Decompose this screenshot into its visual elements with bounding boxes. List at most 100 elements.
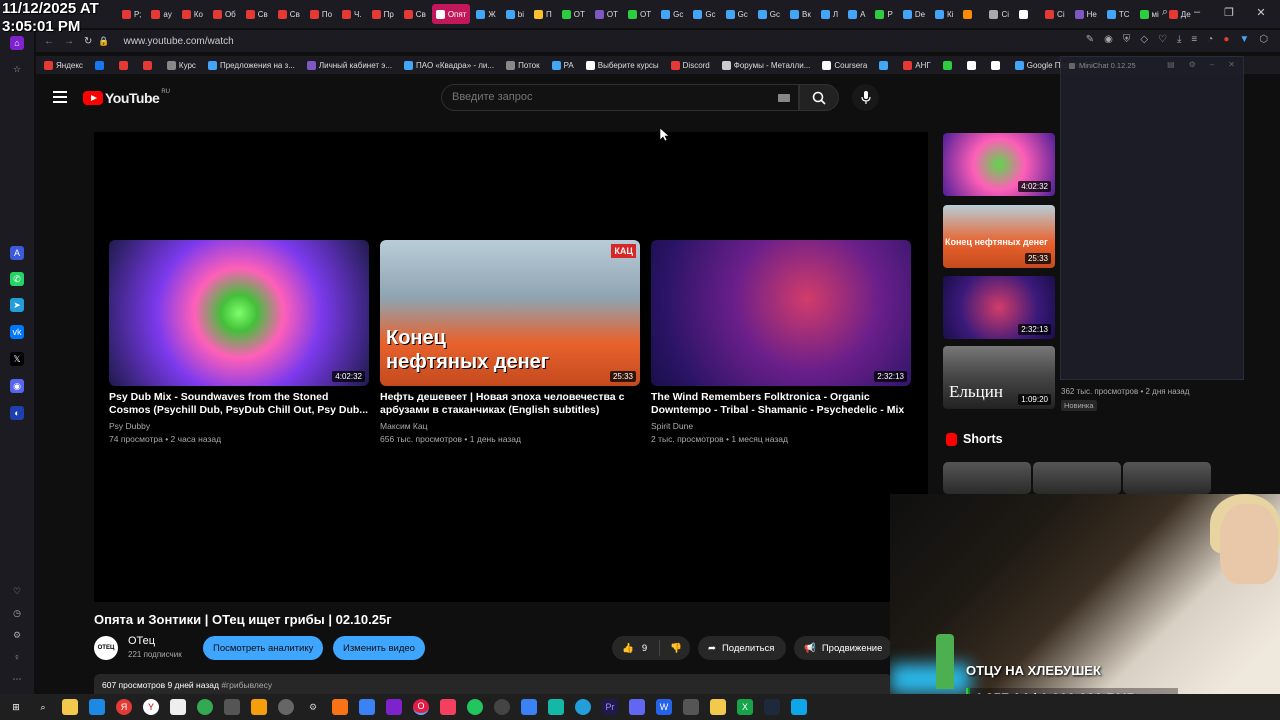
short-thumbnail[interactable] [943, 462, 1031, 494]
sidebar-video-thumbnail[interactable]: 4:02:32 [943, 133, 1055, 196]
menu-icon[interactable]: ⬡ [1259, 34, 1268, 45]
minichat-settings-icon[interactable]: ⚙ [1189, 60, 1196, 69]
brave-icon[interactable] [440, 699, 456, 715]
endscreen-channel[interactable]: Максим Кац [380, 421, 640, 431]
browser-tab[interactable]: Gc [657, 4, 687, 24]
app-icon[interactable] [251, 699, 267, 715]
app-icon[interactable] [89, 699, 105, 715]
browser-tab[interactable]: А [844, 4, 869, 24]
vk-icon[interactable]: vk [10, 325, 24, 339]
browser-tab[interactable]: Gc [722, 4, 752, 24]
start-icon[interactable]: ⊞ [8, 699, 24, 715]
edit-icon[interactable]: ✎ [1086, 34, 1094, 45]
app-icon[interactable] [521, 699, 537, 715]
edge-icon[interactable] [791, 699, 807, 715]
promote-button[interactable]: 📢 Продвижение [794, 636, 892, 660]
search-button[interactable] [799, 84, 839, 111]
bookmark-item[interactable]: Личный кабинет э... [306, 60, 392, 70]
minichat-close-button[interactable]: ✕ [1228, 60, 1235, 69]
search-icon[interactable]: ⌕ [35, 699, 51, 715]
dislike-icon[interactable]: 👎 [670, 643, 682, 654]
app-icon[interactable] [332, 699, 348, 715]
app-icon[interactable] [386, 699, 402, 715]
browser-tab[interactable]: ay [147, 4, 175, 24]
x-icon[interactable]: 𝕏 [10, 352, 24, 366]
browser-tab[interactable]: Ж [472, 4, 499, 24]
bookmark-item[interactable]: АНГ [903, 60, 931, 70]
browser-tab[interactable]: Сі [1041, 4, 1069, 24]
search-tabs-icon[interactable]: ⌕ [1158, 6, 1172, 19]
discord-icon[interactable]: ◉ [10, 379, 24, 393]
keyboard-icon[interactable] [778, 94, 790, 102]
browser-tab[interactable]: Пр [368, 4, 398, 24]
opera-icon[interactable]: O [413, 699, 429, 715]
yandex-icon[interactable]: Я [116, 699, 132, 715]
browser-tab[interactable]: Вк [786, 4, 815, 24]
short-thumbnail[interactable] [1033, 462, 1121, 494]
bookmark-item[interactable] [94, 60, 107, 70]
bookmark-item[interactable]: Coursera [822, 60, 867, 70]
word-icon[interactable]: W [656, 699, 672, 715]
app-icon[interactable] [170, 699, 186, 715]
description-hashtag[interactable]: #грибывлесу [221, 680, 272, 690]
sidebar-video-thumbnail[interactable]: Конец нефтяных денег 25:33 [943, 205, 1055, 268]
browser-tab[interactable]: Р; [118, 4, 145, 24]
bookmark-item[interactable]: РА [551, 60, 574, 70]
browser-tab[interactable]: ОТ [558, 4, 589, 24]
star-icon[interactable]: ☆ [10, 62, 24, 76]
endscreen-card-2[interactable]: КАЦ Конец нефтяных денег 25:33 Нефть деш… [380, 240, 640, 444]
settings-icon[interactable]: ⚙ [305, 699, 321, 715]
browser-tab[interactable]: Л [817, 4, 842, 24]
edit-video-button[interactable]: Изменить видео [333, 636, 425, 660]
app-icon[interactable] [548, 699, 564, 715]
minichat-list-icon[interactable]: ▤ [1167, 60, 1175, 69]
endscreen-title[interactable]: Нефть дешевеет | Новая эпоха человечеств… [380, 391, 640, 417]
sidebar-video-thumbnail[interactable]: Ельцин 1:09:20 [943, 346, 1055, 409]
app-icon[interactable] [683, 699, 699, 715]
account-icon[interactable]: ◔ [1207, 34, 1213, 45]
settings-icon[interactable]: ⚙ [10, 628, 24, 642]
endscreen-title[interactable]: Psy Dub Mix - Soundwaves from the Stoned… [109, 391, 369, 417]
browser-tab[interactable]: De [899, 4, 929, 24]
minimize-button[interactable]: – [1190, 6, 1204, 19]
youtube-logo[interactable]: YouTube RU [83, 89, 170, 106]
app-icon[interactable] [224, 699, 240, 715]
browser-tab[interactable]: Опят [431, 4, 471, 24]
sidebar-video-thumbnail[interactable]: 2:32:13 [943, 276, 1055, 339]
channel-avatar[interactable]: ОТЕЦ [94, 636, 118, 660]
browser-tab[interactable]: Св [274, 4, 304, 24]
aria-icon[interactable]: A [10, 246, 24, 260]
browser-tab[interactable]: bi [502, 4, 528, 24]
camera-icon[interactable]: ◉ [1104, 34, 1113, 45]
chrome-icon[interactable] [197, 699, 213, 715]
bookmark-item[interactable]: Яндекс [44, 60, 83, 70]
telegram-icon[interactable]: ➤ [10, 298, 24, 312]
app-icon[interactable] [710, 699, 726, 715]
bookmark-item[interactable]: Поток [506, 60, 540, 70]
browser-tab[interactable]: Р [871, 4, 896, 24]
explorer-icon[interactable] [62, 699, 78, 715]
cube-icon[interactable]: ◇ [1140, 34, 1148, 45]
messenger-icon[interactable]: ◐ [10, 406, 24, 420]
history-icon[interactable]: ◷ [10, 606, 24, 620]
bookmark-item[interactable]: Форумы - Металли... [721, 60, 810, 70]
voice-search-button[interactable] [852, 84, 879, 111]
maximize-button[interactable]: ❐ [1222, 6, 1236, 19]
browser-tab[interactable]: Ко [178, 4, 207, 24]
browser-tab[interactable]: Кі [931, 4, 957, 24]
app-icon[interactable] [278, 699, 294, 715]
browser-tab[interactable]: Св [400, 4, 430, 24]
excel-icon[interactable]: X [737, 699, 753, 715]
app-icon[interactable] [629, 699, 645, 715]
browser-tab[interactable]: Gc [689, 4, 719, 24]
bookmark-item[interactable]: Курс [166, 60, 196, 70]
browser-tab[interactable]: Св [242, 4, 272, 24]
bookmark-item[interactable]: Discord [670, 60, 710, 70]
app-icon[interactable] [359, 699, 375, 715]
browser-tab[interactable]: Не [1071, 4, 1101, 24]
bookmark-item[interactable]: ПАО «Квадра» - ли... [404, 60, 494, 70]
whatsapp-icon[interactable]: ✆ [10, 272, 24, 286]
home-icon[interactable]: ⌂ [10, 36, 24, 50]
search-input[interactable] [442, 85, 762, 109]
download-icon[interactable]: ⤓ [1177, 34, 1181, 45]
